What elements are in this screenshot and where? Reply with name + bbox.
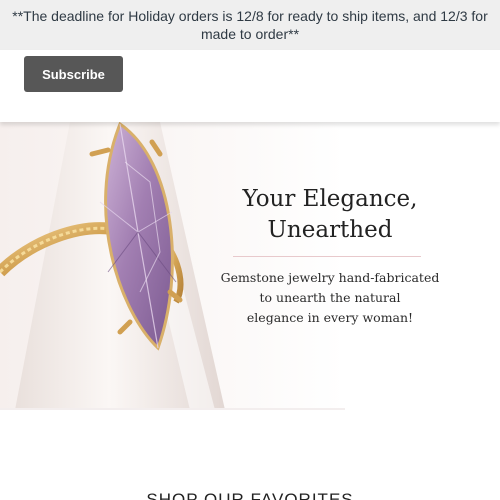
announcement-bar: **The deadline for Holiday orders is 12/…	[0, 0, 500, 50]
announcement-text: **The deadline for Holiday orders is 12/…	[12, 8, 488, 42]
subscribe-button[interactable]: Subscribe	[24, 56, 123, 92]
hero-subtext-line: elegance in every woman!	[246, 310, 414, 325]
hero-subtext-line: to unearth the natural	[259, 290, 401, 305]
hero-banner[interactable]: Your Elegance, Unearthed Gemstone jewelr…	[0, 122, 500, 410]
subscribe-bar: Subscribe	[0, 50, 500, 122]
hero-heading-line: Your Elegance,	[242, 186, 418, 212]
hero-image-edge	[0, 408, 345, 410]
hero-divider	[233, 256, 421, 257]
ring-photo	[0, 122, 345, 410]
hero-heading: Your Elegance, Unearthed	[205, 184, 455, 246]
hero-subtext: Gemstone jewelry hand-fabricated to unea…	[205, 268, 455, 328]
shop-favorites-heading: SHOP OUR FAVORITES	[146, 490, 354, 500]
hero-heading-line: Unearthed	[267, 217, 393, 243]
hero-subtext-line: Gemstone jewelry hand-fabricated	[220, 270, 440, 285]
